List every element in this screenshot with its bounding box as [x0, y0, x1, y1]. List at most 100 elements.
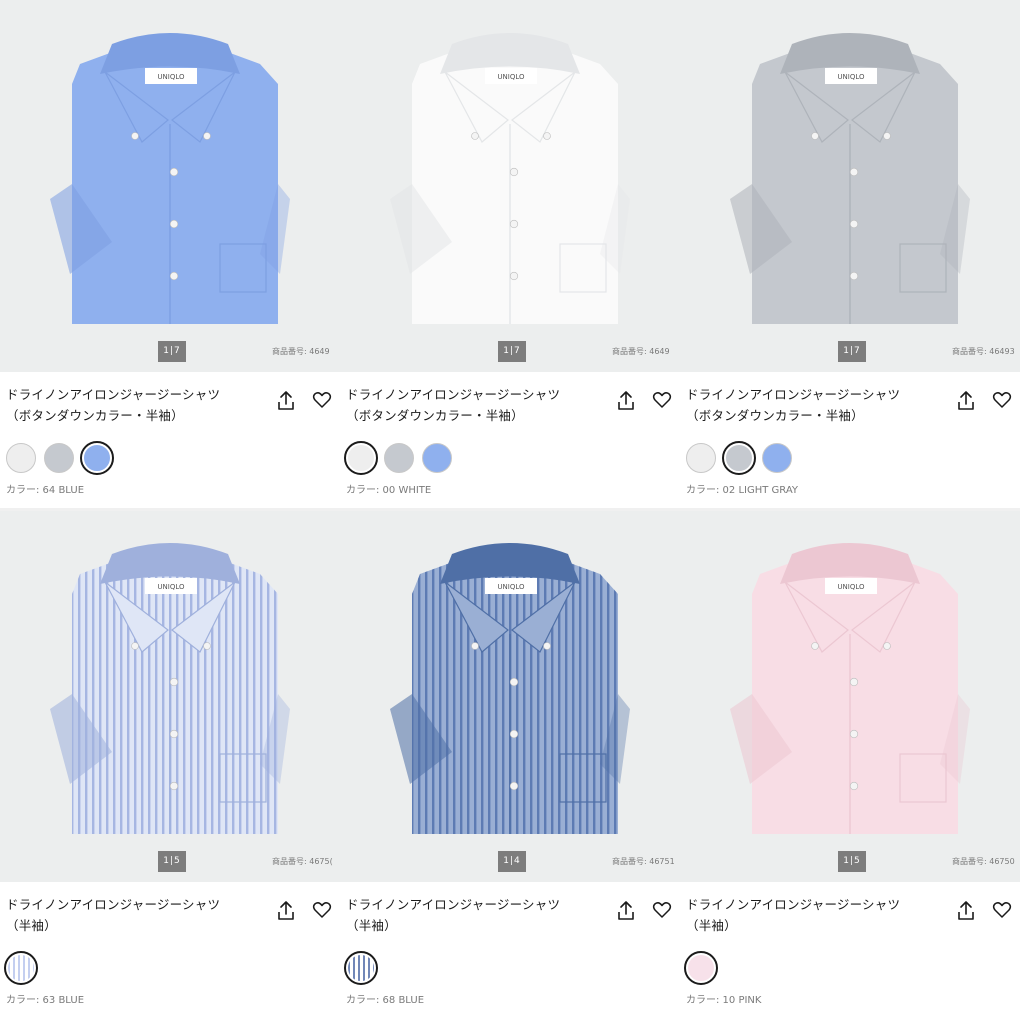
image-counter: 1|7: [838, 341, 866, 362]
image-counter: 1|7: [158, 341, 186, 362]
share-button[interactable]: [956, 900, 976, 922]
product-image[interactable]: UNIQLO 1|5 商品番号: 46750: [680, 510, 1020, 882]
product-card[interactable]: UNIQLO 1|5 商品番号: 46750 ドライノンアイロンジャージーシャツ: [680, 510, 1020, 1020]
favorite-button[interactable]: [312, 900, 332, 920]
product-name[interactable]: ドライノンアイロンジャージーシャツ （半袖）: [346, 894, 608, 936]
share-button[interactable]: [276, 900, 296, 922]
product-info: ドライノンアイロンジャージーシャツ （ボタンダウンカラー・半袖） カラー: 64…: [0, 372, 340, 510]
share-icon: [278, 391, 294, 410]
swatch-color-dot: [384, 443, 414, 473]
share-icon: [958, 901, 974, 920]
color-swatch[interactable]: [344, 441, 378, 475]
svg-text:UNIQLO: UNIQLO: [837, 73, 865, 81]
share-icon: [278, 901, 294, 920]
shirt-image: UNIQLO: [390, 33, 630, 324]
product-image[interactable]: UNIQLO 1|7 商品番号: 4649: [0, 0, 340, 372]
product-card[interactable]: UNIQLO 1|4 商品番号: 46751 ドライノンアイロンジャージーシャツ: [340, 510, 680, 1020]
color-swatch[interactable]: [760, 441, 794, 475]
product-code: 商品番号: 46750: [952, 857, 1015, 866]
product-image[interactable]: UNIQLO 1|4 商品番号: 46751: [340, 510, 680, 882]
share-button[interactable]: [276, 390, 296, 412]
swatch-color-dot: [7, 954, 35, 982]
product-info: ドライノンアイロンジャージーシャツ （半袖） カラー: 10 PINK: [680, 882, 1020, 1020]
favorite-button[interactable]: [652, 900, 672, 920]
product-name-line2: （半袖）: [6, 918, 57, 933]
swatch-color-dot: [686, 443, 716, 473]
color-swatch[interactable]: [420, 441, 454, 475]
product-name[interactable]: ドライノンアイロンジャージーシャツ （半袖）: [6, 894, 268, 936]
product-image[interactable]: UNIQLO 1|7 商品番号: 4649: [340, 0, 680, 372]
shirt-image: UNIQLO: [50, 33, 290, 324]
selected-color-label: カラー: 10 PINK: [686, 995, 762, 1006]
color-swatch[interactable]: [344, 951, 378, 985]
product-code: 商品番号: 4649: [612, 347, 670, 356]
swatch-color-dot: [347, 444, 375, 472]
heart-icon: [992, 902, 1012, 918]
share-button[interactable]: [616, 390, 636, 412]
product-image[interactable]: UNIQLO 1|5 商品番号: 4675(: [0, 510, 340, 882]
heart-icon: [652, 392, 672, 408]
favorite-button[interactable]: [652, 390, 672, 410]
color-swatch[interactable]: [382, 441, 416, 475]
product-name-line2: （半袖）: [346, 918, 397, 933]
image-counter: 1|5: [838, 851, 866, 872]
product-name-line1: ドライノンアイロンジャージーシャツ: [686, 897, 901, 912]
color-swatch[interactable]: [4, 951, 38, 985]
product-name-line1: ドライノンアイロンジャージーシャツ: [686, 387, 901, 402]
product-name-line1: ドライノンアイロンジャージーシャツ: [346, 897, 561, 912]
product-info: ドライノンアイロンジャージーシャツ （半袖） カラー: 63 BLUE: [0, 882, 340, 1020]
product-card[interactable]: UNIQLO 1|7 商品番号: 4649 ドライノンアイロンジャージーシャツ: [340, 0, 680, 510]
product-card[interactable]: UNIQLO 1|7 商品番号: 46493 ドライノンアイロンジャージーシャツ: [680, 0, 1020, 510]
share-icon: [958, 391, 974, 410]
swatch-color-dot: [725, 444, 753, 472]
product-name-line2: （半袖）: [686, 918, 737, 933]
selected-color-label: カラー: 00 WHITE: [346, 485, 432, 496]
favorite-button[interactable]: [312, 390, 332, 410]
product-name-line1: ドライノンアイロンジャージーシャツ: [346, 387, 561, 402]
share-button[interactable]: [956, 390, 976, 412]
product-name-line2: （ボタンダウンカラー・半袖）: [686, 408, 864, 423]
color-swatch[interactable]: [722, 441, 756, 475]
product-info: ドライノンアイロンジャージーシャツ （ボタンダウンカラー・半袖） カラー: 02…: [680, 372, 1020, 510]
product-name[interactable]: ドライノンアイロンジャージーシャツ （半袖）: [686, 894, 948, 936]
swatch-color-dot: [6, 443, 36, 473]
color-swatch[interactable]: [42, 441, 76, 475]
swatch-color-dot: [762, 443, 792, 473]
shirt-image: UNIQLO: [730, 543, 970, 834]
selected-color-label: カラー: 64 BLUE: [6, 485, 85, 496]
product-image[interactable]: UNIQLO 1|7 商品番号: 46493: [680, 0, 1020, 372]
product-name[interactable]: ドライノンアイロンジャージーシャツ （ボタンダウンカラー・半袖）: [346, 384, 608, 426]
product-name-line2: （ボタンダウンカラー・半袖）: [346, 408, 524, 423]
row-divider: [0, 508, 1020, 511]
swatch-color-dot: [687, 954, 715, 982]
product-card[interactable]: UNIQLO 1|5 商品番号: 4675( ドライノンアイロンジャージーシャツ: [0, 510, 340, 1020]
heart-icon: [312, 392, 332, 408]
image-counter: 1|7: [498, 341, 526, 362]
favorite-button[interactable]: [992, 900, 1012, 920]
color-swatch[interactable]: [80, 441, 114, 475]
selected-color-label: カラー: 68 BLUE: [346, 995, 425, 1006]
color-swatch[interactable]: [684, 951, 718, 985]
share-button[interactable]: [616, 900, 636, 922]
image-counter: 1|4: [498, 851, 526, 872]
selected-color-label: カラー: 63 BLUE: [6, 995, 85, 1006]
svg-text:UNIQLO: UNIQLO: [837, 583, 865, 591]
product-info: ドライノンアイロンジャージーシャツ （半袖） カラー: 68 BLUE: [340, 882, 680, 1020]
shirt-image: UNIQLO: [730, 33, 970, 324]
image-counter: 1|5: [158, 851, 186, 872]
svg-text:UNIQLO: UNIQLO: [497, 73, 525, 81]
product-name[interactable]: ドライノンアイロンジャージーシャツ （ボタンダウンカラー・半袖）: [6, 384, 268, 426]
svg-text:UNIQLO: UNIQLO: [157, 583, 185, 591]
product-name[interactable]: ドライノンアイロンジャージーシャツ （ボタンダウンカラー・半袖）: [686, 384, 948, 426]
swatch-color-dot: [83, 444, 111, 472]
heart-icon: [992, 392, 1012, 408]
share-icon: [618, 901, 634, 920]
selected-color-label: カラー: 02 LIGHT GRAY: [686, 485, 798, 496]
color-swatch[interactable]: [684, 441, 718, 475]
share-icon: [618, 391, 634, 410]
color-swatch[interactable]: [4, 441, 38, 475]
product-card[interactable]: UNIQLO 1|7 商品番号: 4649 ドライノンアイロンジャージーシャツ: [0, 0, 340, 510]
heart-icon: [652, 902, 672, 918]
product-code: 商品番号: 4649: [272, 347, 330, 356]
favorite-button[interactable]: [992, 390, 1012, 410]
